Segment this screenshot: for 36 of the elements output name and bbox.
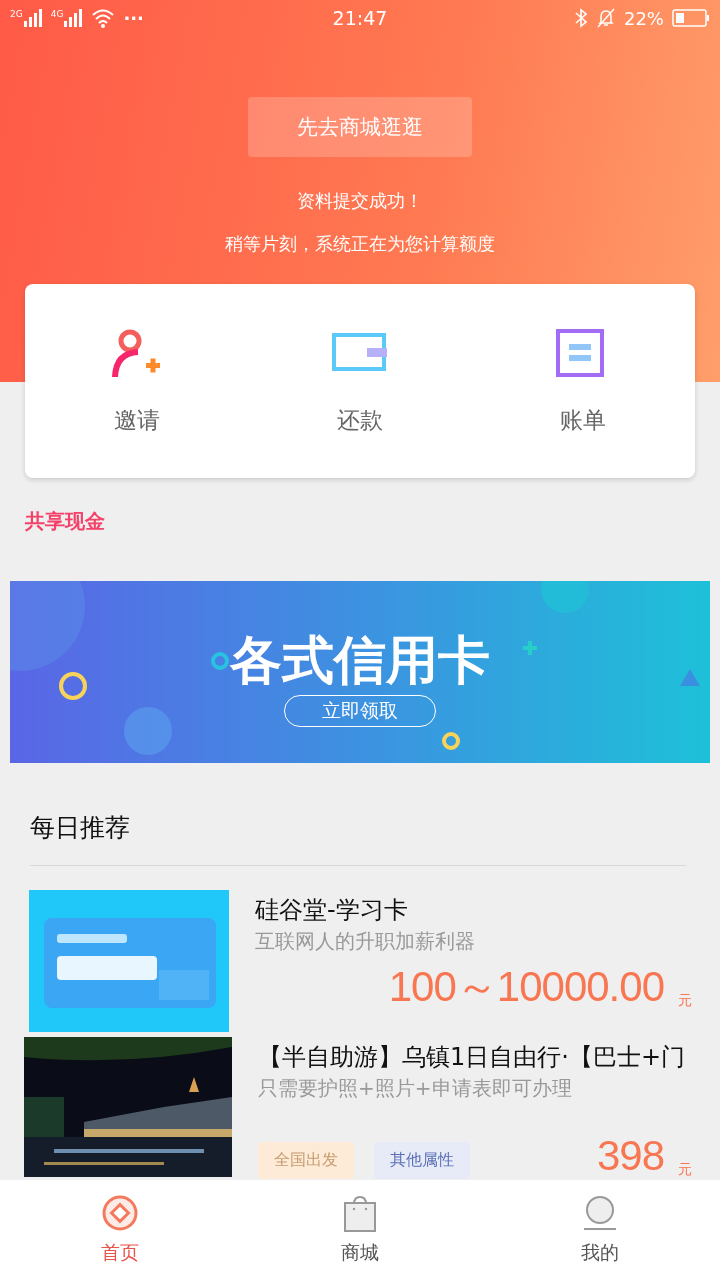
mine-icon [581,1194,619,1232]
item-title[interactable]: 硅谷堂-学习卡 [255,894,720,926]
network-label: 4G [50,9,64,19]
item-subtitle: 只需要护照+照片+申请表即可办理 [258,1075,573,1102]
section-title: 每日推荐 [30,813,131,843]
action-label[interactable]: 还款 [337,404,383,436]
item-title[interactable]: 【半自助游】乌镇1日自由行·【巴士+门 [258,1041,720,1073]
tab-item[interactable]: 商城 [300,1194,420,1266]
more-dots: ··· [123,7,144,29]
clock-time: 21:47 [332,7,388,29]
battery-percent: 22% [623,7,664,29]
tab-item[interactable]: 我的 [540,1194,660,1266]
signal-icon [63,9,84,27]
home-icon [101,1194,139,1232]
item-subtitle: 互联网人的升职加薪利器 [255,928,476,955]
signal-icon [22,9,43,27]
bluetooth-icon [573,8,588,28]
wifi-icon [91,8,116,28]
promo-banner[interactable]: 各式信用卡 立即领取 [10,581,710,763]
price: 398 [596,1133,664,1179]
tag: 其他属性 [374,1142,470,1179]
status-message: 资料提交成功！ [297,189,423,213]
tab-item[interactable]: 首页 [60,1194,180,1266]
price-unit: 元 [678,1161,692,1179]
section-title: 共享现金 [25,508,106,535]
banner-title: 各式信用卡 [230,629,490,691]
action-label[interactable]: 账单 [560,404,607,436]
muted-bell-icon [595,8,616,28]
battery-icon [672,9,710,27]
network-label: 2G [10,9,23,19]
price-unit: 元 [678,992,692,1010]
price: 100～10000.00 [388,964,664,1010]
action-label[interactable]: 邀请 [113,404,160,436]
shop-icon [341,1194,379,1232]
status-message: 稍等片刻，系统正在为您计算额度 [225,232,495,256]
tag: 全国出发 [258,1142,354,1179]
